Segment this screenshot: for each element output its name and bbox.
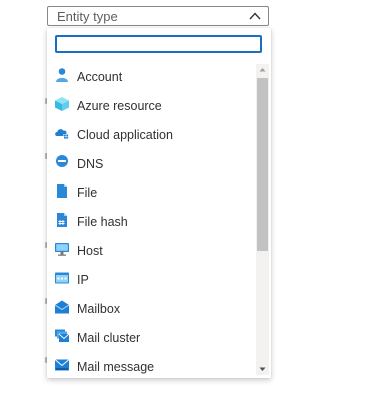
- file-icon: [57, 184, 67, 198]
- scroll-up-arrow-icon[interactable]: [256, 64, 269, 76]
- list-item-azure-resource[interactable]: Azure resource: [47, 91, 256, 119]
- list-item-mail-message[interactable]: Mail message: [47, 352, 256, 378]
- entity-type-list: Account Azure resource Cloud application…: [47, 62, 256, 378]
- list-item-account[interactable]: Account: [47, 62, 256, 90]
- scrollbar-thumb[interactable]: [257, 78, 268, 251]
- chevron-up-icon[interactable]: [248, 10, 262, 22]
- mailbox-icon: [54, 300, 70, 314]
- file-hash-icon: [57, 213, 67, 227]
- list-item-label: DNS: [77, 157, 104, 171]
- list-item-label: Host: [77, 244, 103, 258]
- list-item-label: Mailbox: [77, 302, 121, 316]
- list-item-file-hash[interactable]: File hash: [47, 207, 256, 235]
- list-item-label: Azure resource: [77, 99, 162, 113]
- scroll-down-arrow-icon[interactable]: [256, 363, 269, 375]
- list-item-file[interactable]: File: [47, 178, 256, 206]
- entity-type-dropdown[interactable]: Entity type: [47, 6, 269, 26]
- dropdown-panel: Account Azure resource Cloud application…: [47, 28, 271, 378]
- entity-type-picker: Entity type Account Azure resource Cloud…: [0, 0, 374, 400]
- cloud-application-icon: [55, 129, 69, 139]
- list-item-dns[interactable]: DNS: [47, 149, 256, 177]
- list-item-label: Mail message: [77, 360, 155, 374]
- dropdown-placeholder: Entity type: [57, 9, 118, 24]
- list-item-label: IP: [77, 273, 89, 287]
- mail-cluster-icon: [55, 329, 70, 342]
- list-item-ip[interactable]: IP: [47, 265, 256, 293]
- azure-resource-icon: [55, 97, 69, 111]
- list-item-host[interactable]: Host: [47, 236, 256, 264]
- dns-icon: [56, 155, 68, 167]
- list-item-label: Cloud application: [77, 128, 173, 142]
- host-icon: [55, 243, 69, 256]
- list-scrollbar[interactable]: [256, 64, 269, 375]
- ip-icon: [55, 272, 69, 284]
- list-item-label: File hash: [77, 215, 128, 229]
- mail-message-icon: [54, 359, 70, 371]
- list-item-label: File: [77, 186, 98, 200]
- list-item-label: Mail cluster: [77, 331, 141, 345]
- list-item-mail-cluster[interactable]: Mail cluster: [47, 323, 256, 351]
- list-item-mailbox[interactable]: Mailbox: [47, 294, 256, 322]
- list-item-cloud-application[interactable]: Cloud application: [47, 120, 256, 148]
- account-icon: [56, 68, 68, 82]
- list-item-label: Account: [77, 70, 123, 84]
- search-input[interactable]: [55, 35, 262, 53]
